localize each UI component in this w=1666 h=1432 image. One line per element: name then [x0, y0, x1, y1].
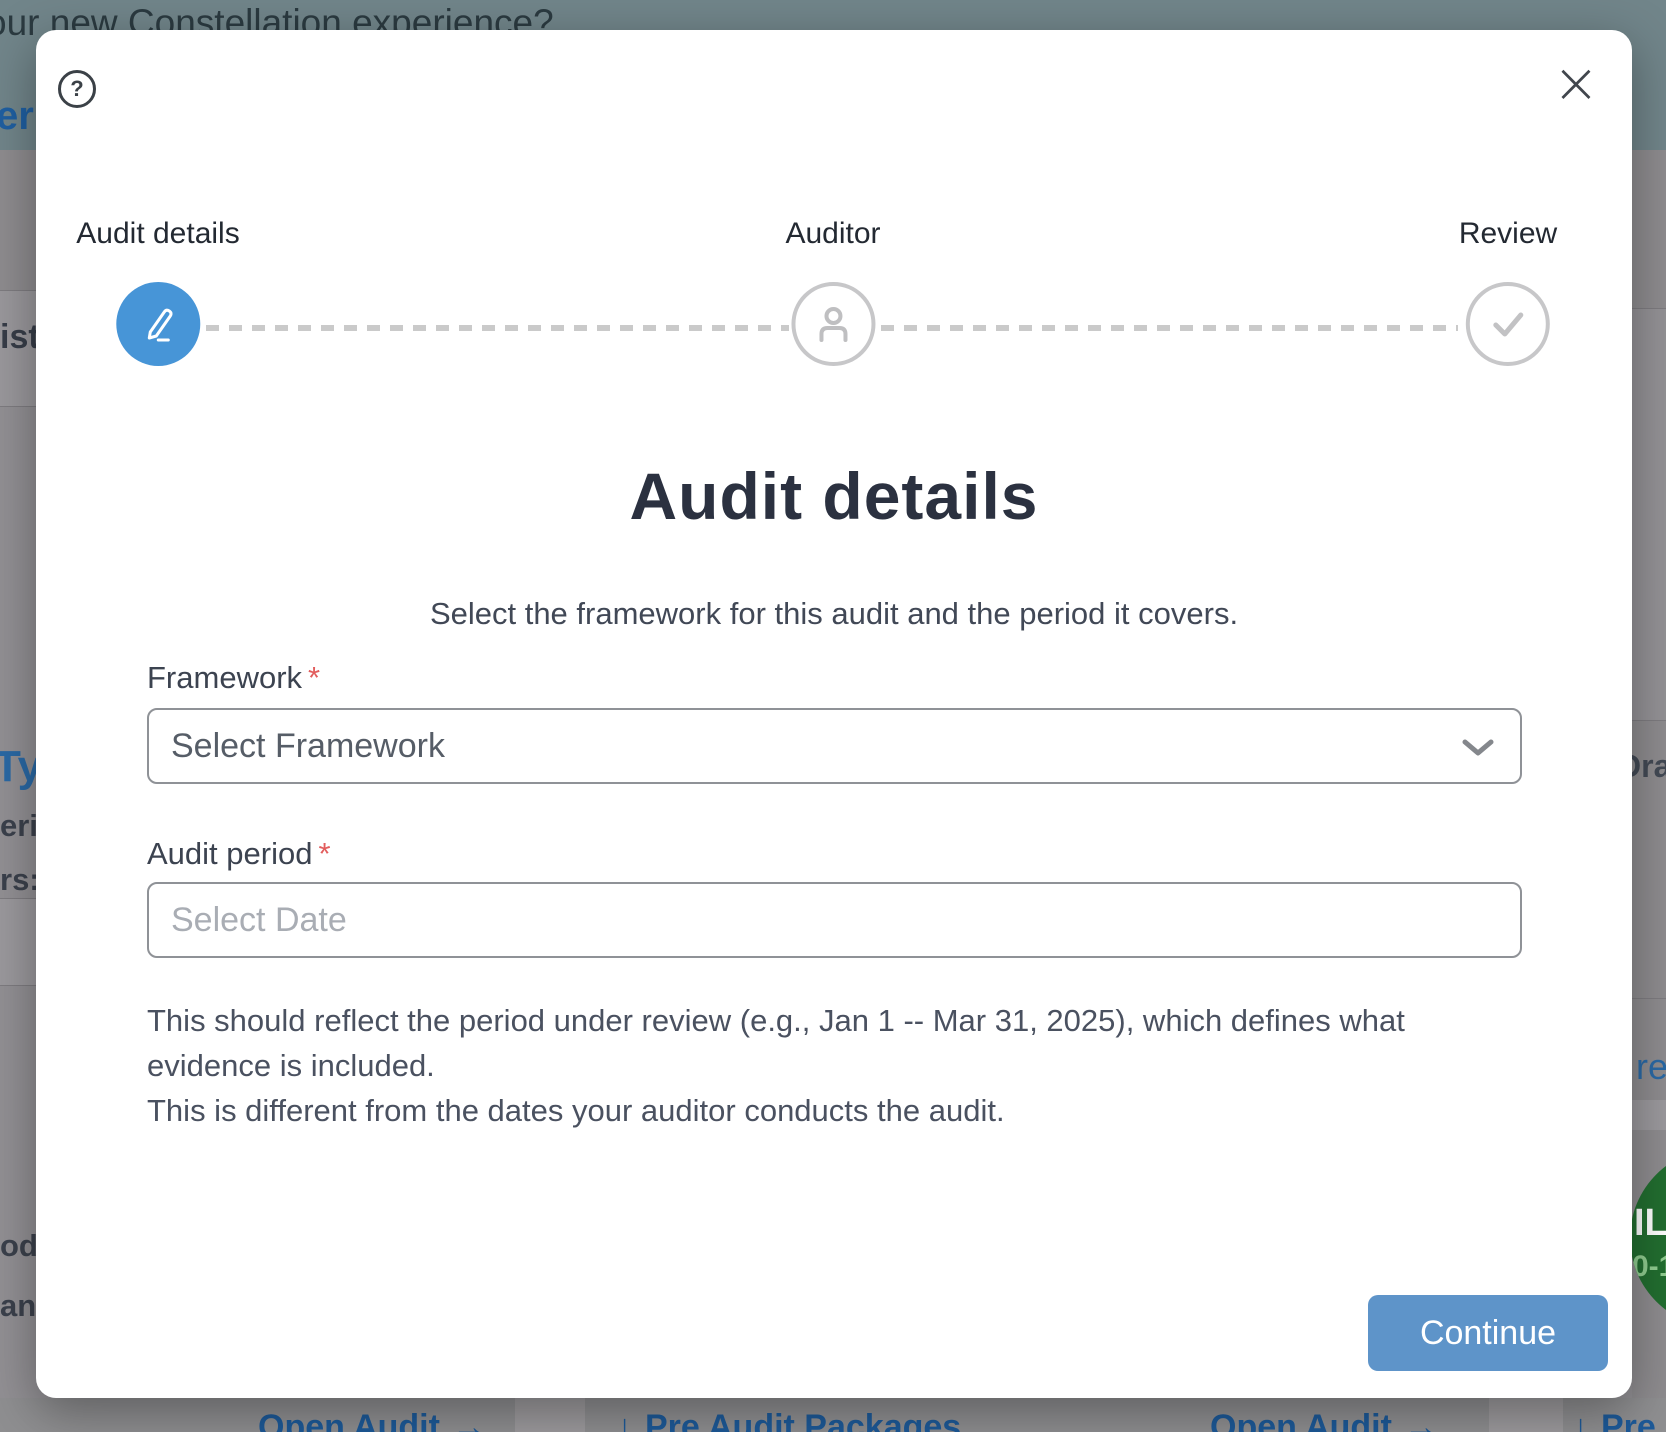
audit-period-date-input[interactable] [147, 882, 1522, 958]
pencil-icon [147, 308, 173, 342]
help-text-line1: This should reflect the period under rev… [147, 1003, 1405, 1083]
person-icon [819, 307, 847, 342]
audit-period-label: Audit period * [147, 836, 331, 872]
step-circle-active[interactable] [116, 282, 200, 366]
card-gap [515, 1398, 585, 1432]
framework-select[interactable]: Select Framework [147, 708, 1522, 784]
required-asterisk: * [308, 660, 321, 695]
question-mark-icon: ? [70, 76, 84, 101]
close-icon: × [1552, 51, 1600, 116]
right-fragment-link: re [1636, 1046, 1666, 1087]
badge-subtext: 0-1 [1632, 1250, 1666, 1283]
dialog-title: Audit details [629, 459, 1039, 533]
pre-audit-label-cut: Pre [1601, 1408, 1656, 1432]
open-audit-label: Open Audit [1210, 1408, 1392, 1432]
step-circle-pending[interactable] [1466, 282, 1550, 366]
framework-label: Framework * [147, 660, 320, 696]
required-asterisk: * [318, 836, 331, 871]
framework-select-value: Select Framework [171, 726, 445, 765]
audit-wizard-dialog: ? × Audit details Auditor Review Audit d… [36, 30, 1632, 1398]
left-fragment-period: eri [0, 808, 38, 843]
help-button[interactable]: ? [58, 70, 96, 108]
step-label: Auditor [785, 217, 881, 250]
arrow-right-icon: → [1403, 1408, 1438, 1432]
chevron-down-icon [1462, 739, 1494, 756]
stepper-step-review: Review [1459, 217, 1557, 366]
audit-period-label-text: Audit period [147, 836, 313, 871]
stepper-step-audit-details: Audit details [76, 217, 240, 366]
close-button[interactable]: × [1552, 56, 1600, 112]
dialog-subtitle: Select the framework for this audit and … [429, 596, 1239, 631]
open-audit-label: Open Audit [258, 1408, 440, 1432]
pre-audit-packages-label: Pre Audit Packages [645, 1408, 962, 1432]
step-label: Review [1458, 217, 1558, 250]
left-fragment-rs: rs: [0, 862, 40, 897]
continue-button[interactable]: Continue [1368, 1295, 1608, 1371]
stepper-step-auditor: Auditor [785, 217, 881, 366]
check-icon [1493, 312, 1524, 337]
download-icon: ↓ [1572, 1408, 1589, 1432]
audit-period-help-text: This should reflect the period under rev… [147, 998, 1537, 1133]
pre-audit-packages-link-cut: ↓ Pre [1572, 1408, 1656, 1432]
background-bottom-strip: Open Audit → ↓ Pre Audit Packages Open Aud… [0, 1398, 1666, 1432]
step-circle-pending[interactable] [791, 282, 875, 366]
step-label: Audit details [76, 217, 240, 250]
open-audit-link: Open Audit → [258, 1408, 486, 1432]
left-fragment-list: ist [0, 318, 40, 356]
banner-link-fragment: er [0, 94, 34, 138]
arrow-right-icon: → [451, 1408, 486, 1432]
download-icon: ↓ [616, 1408, 633, 1432]
pre-audit-packages-link: ↓ Pre Audit Packages [616, 1408, 961, 1432]
help-text-line2: This is different from the dates your au… [147, 1093, 1005, 1128]
stepper-connector [881, 325, 1458, 331]
card-gap [1489, 1398, 1563, 1432]
badge-text: ILS [1634, 1202, 1666, 1244]
framework-label-text: Framework [147, 660, 303, 695]
stepper-connector [206, 325, 789, 331]
open-audit-link: Open Audit → [1210, 1408, 1438, 1432]
